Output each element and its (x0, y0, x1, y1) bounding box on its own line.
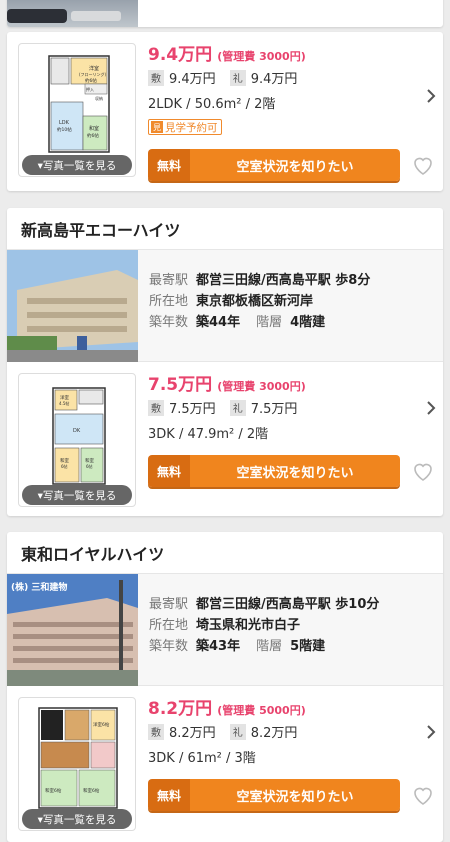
building-card[interactable]: 東和ロイヤルハイツ (株) 三和建物 最寄駅 都営三田線/西高島平駅 歩10分 所… (7, 532, 443, 842)
svg-text:和室: 和室 (89, 125, 99, 132)
price: 7.5万円 (管理費 3000円) (148, 375, 306, 395)
svg-text:6帖: 6帖 (61, 463, 68, 469)
svg-text:LDK: LDK (59, 120, 70, 126)
favorite-heart-icon[interactable] (411, 153, 435, 177)
deposit-key-money: 敷 9.4万円 礼 9.4万円 (148, 68, 311, 87)
unit-row[interactable]: 洋室 4.5帖 DK 和室 6帖 和室 6帖 ▾写真一覧を見る 7.5万円 (管… (7, 362, 443, 516)
photo-watermark: (株) 三和建物 (11, 581, 67, 593)
building-name[interactable]: 新高島平エコーハイツ (7, 208, 443, 250)
building-photo[interactable] (7, 250, 138, 362)
building-info: 最寄駅 都営三田線/西高島平駅 歩8分 所在地 東京都板橋区新河岸 築年数 築44年階… (149, 273, 371, 330)
favorite-heart-icon[interactable] (411, 783, 435, 807)
nearest-station: 都営三田線/西高島平駅 歩8分 (196, 273, 371, 288)
tour-badge: 見見学予約可 (148, 119, 222, 135)
deposit-tag: 敷 (148, 723, 164, 740)
unit-row[interactable]: 洋室 (フローリング) 約6帖 LDK 約10帖 和室 約6帖 押入 収納 ▾写… (7, 32, 443, 189)
key-money-tag: 礼 (229, 723, 246, 740)
partial-listing-card (7, 0, 443, 27)
layout-area-floor: 3DK / 47.9m² / 2階 (148, 427, 269, 442)
layout-area-floor: 2LDK / 50.6m² / 2階 (148, 97, 276, 112)
building-age: 築44年 (196, 315, 241, 330)
deposit-key-money: 敷 7.5万円 礼 7.5万円 (148, 398, 311, 417)
svg-text:4.5帖: 4.5帖 (59, 400, 69, 406)
deposit-tag: 敷 (148, 69, 164, 86)
floor-count: 5階建 (290, 639, 326, 654)
address: 埼玉県和光市白子 (196, 618, 301, 633)
svg-text:洋室: 洋室 (60, 394, 69, 401)
floor-count: 4階建 (290, 315, 326, 330)
svg-text:収納: 収納 (95, 95, 103, 101)
chevron-right-icon[interactable] (425, 89, 437, 103)
unit-row[interactable]: 洋室6帖 和室6帖 和室6帖 ▾写真一覧を見る 8.2万円 (管理費 5000円… (7, 686, 443, 842)
vacancy-inquiry-button[interactable]: 無料 空室状況を知りたい (148, 779, 400, 811)
svg-text:和室: 和室 (85, 457, 94, 464)
svg-text:約6帖: 約6帖 (87, 132, 99, 139)
svg-text:6帖: 6帖 (86, 463, 93, 469)
building-info: 最寄駅 都営三田線/西高島平駅 歩10分 所在地 埼玉県和光市白子 築年数 築43年階… (149, 597, 380, 654)
svg-text:和室6帖: 和室6帖 (83, 787, 100, 794)
photo-list-button[interactable]: ▾写真一覧を見る (22, 155, 132, 175)
building-photo[interactable] (7, 0, 138, 27)
price: 8.2万円 (管理費 5000円) (148, 699, 306, 719)
svg-text:和室6帖: 和室6帖 (45, 787, 62, 794)
chevron-right-icon[interactable] (425, 725, 437, 739)
tour-icon: 見 (151, 121, 163, 133)
svg-text:約6帖: 約6帖 (85, 77, 97, 84)
svg-text:(フローリング): (フローリング) (79, 71, 107, 77)
deposit-tag: 敷 (148, 399, 164, 416)
favorite-heart-icon[interactable] (411, 459, 435, 483)
building-age: 築43年 (196, 639, 241, 654)
photo-list-button[interactable]: ▾写真一覧を見る (22, 809, 132, 829)
address: 東京都板橋区新河岸 (196, 294, 314, 309)
svg-text:DK: DK (73, 428, 81, 434)
key-money-tag: 礼 (229, 69, 246, 86)
svg-text:押入: 押入 (86, 86, 94, 92)
building-card[interactable]: 新高島平エコーハイツ 最寄駅 都営三田線/西高島平駅 歩8分 所在地 東京都板橋区新… (7, 208, 443, 516)
vacancy-inquiry-button[interactable]: 無料 空室状況を知りたい (148, 149, 400, 181)
svg-text:和室: 和室 (60, 457, 69, 464)
vacancy-inquiry-button[interactable]: 無料 空室状況を知りたい (148, 455, 400, 487)
unit-card[interactable]: 洋室 (フローリング) 約6帖 LDK 約10帖 和室 約6帖 押入 収納 ▾写… (7, 32, 443, 191)
svg-text:約10帖: 約10帖 (57, 126, 72, 133)
building-name[interactable]: 東和ロイヤルハイツ (7, 532, 443, 574)
svg-text:洋室6帖: 洋室6帖 (93, 721, 110, 728)
fp-label: 洋室 (89, 65, 99, 72)
building-photo[interactable]: (株) 三和建物 (7, 574, 138, 686)
photo-list-button[interactable]: ▾写真一覧を見る (22, 485, 132, 505)
nearest-station: 都営三田線/西高島平駅 歩10分 (196, 597, 380, 612)
key-money-tag: 礼 (229, 399, 246, 416)
deposit-key-money: 敷 8.2万円 礼 8.2万円 (148, 722, 311, 741)
chevron-right-icon[interactable] (425, 401, 437, 415)
price: 9.4万円 (管理費 3000円) (148, 45, 306, 65)
layout-area-floor: 3DK / 61m² / 3階 (148, 751, 256, 766)
